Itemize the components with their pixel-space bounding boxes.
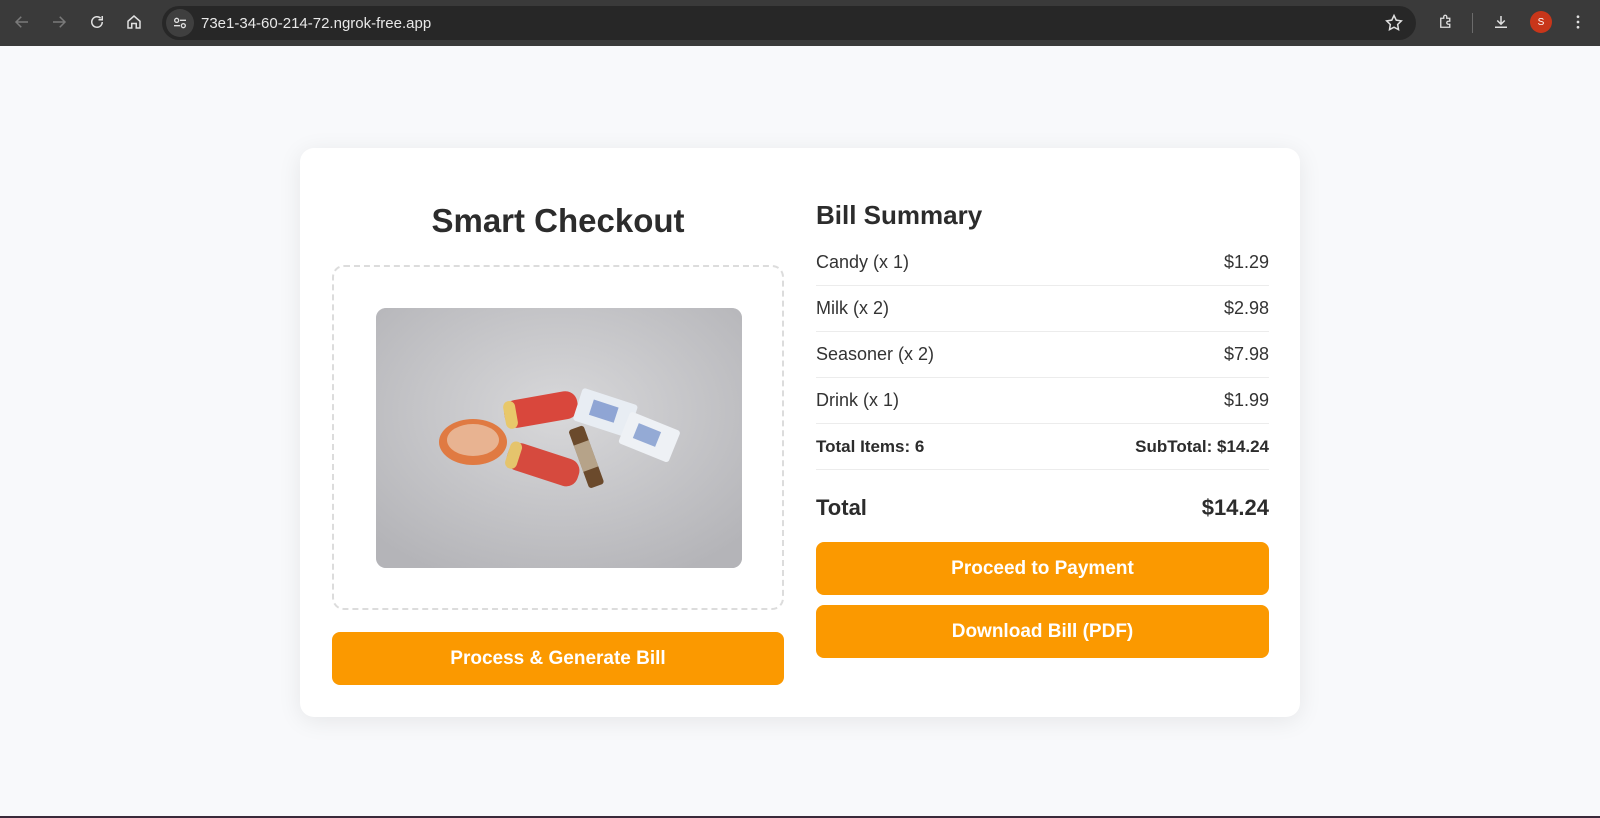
item-price: $7.98: [1223, 344, 1269, 364]
checkout-card: Smart Checkout Process & Generate Bill B…: [300, 148, 1300, 717]
address-bar[interactable]: 73e1-34-60-214-72.ngrok-free.app: [162, 6, 1416, 40]
bill-item-row: Milk (x 2) $2.98: [816, 286, 1269, 332]
download-icon[interactable]: [1487, 8, 1515, 36]
browser-toolbar: 73e1-34-60-214-72.ngrok-free.app S: [0, 0, 1600, 46]
back-icon[interactable]: [8, 8, 36, 36]
forward-icon[interactable]: [45, 8, 73, 36]
site-info-icon[interactable]: [166, 9, 194, 37]
item-price: $2.98: [1223, 298, 1269, 318]
profile-avatar[interactable]: S: [1530, 11, 1552, 33]
download-bill-pdf-button[interactable]: Download Bill (PDF): [816, 605, 1269, 658]
proceed-to-payment-button[interactable]: Proceed to Payment: [816, 542, 1269, 595]
bill-items-list: Candy (x 1) $1.29 Milk (x 2) $2.98 Seaso…: [816, 240, 1269, 470]
total-items-count: Total Items: 6: [816, 436, 925, 456]
total-row: Total $14.24: [816, 483, 1269, 533]
subtotal-value: SubTotal: $14.24: [1135, 436, 1269, 456]
bill-item-row: Candy (x 1) $1.29: [816, 240, 1269, 286]
toolbar-divider: [1472, 13, 1473, 33]
reload-icon[interactable]: [83, 8, 111, 36]
item-price: $1.29: [1223, 252, 1269, 272]
item-price: $1.99: [1223, 390, 1269, 410]
total-label: Total: [816, 495, 867, 520]
item-name: Seasoner (x 2): [816, 344, 935, 364]
bill-item-row: Seasoner (x 2) $7.98: [816, 332, 1269, 378]
home-icon[interactable]: [120, 8, 148, 36]
item-name: Candy (x 1): [816, 252, 910, 272]
product-image-preview: [376, 308, 742, 568]
menu-icon[interactable]: [1564, 8, 1592, 36]
page-title: Smart Checkout: [431, 202, 685, 239]
total-value: $14.24: [1201, 495, 1269, 520]
item-name: Drink (x 1): [816, 390, 900, 410]
image-upload-zone[interactable]: [332, 265, 784, 610]
bill-item-row: Drink (x 1) $1.99: [816, 378, 1269, 424]
subtotal-row: Total Items: 6 SubTotal: $14.24: [816, 424, 1269, 470]
extensions-icon[interactable]: [1432, 8, 1460, 36]
item-name: Milk (x 2): [816, 298, 889, 318]
url-text[interactable]: 73e1-34-60-214-72.ngrok-free.app: [201, 15, 431, 32]
bill-summary-title: Bill Summary: [816, 200, 983, 230]
process-generate-bill-button[interactable]: Process & Generate Bill: [332, 632, 784, 685]
star-icon[interactable]: [1384, 13, 1404, 33]
